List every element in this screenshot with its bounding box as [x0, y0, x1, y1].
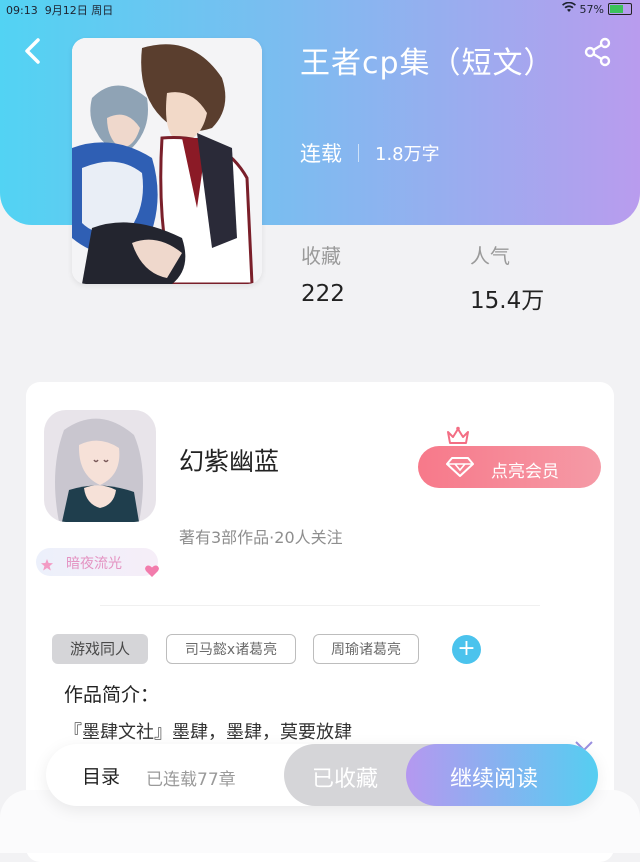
favorites-stat: 收藏 222 — [301, 240, 345, 307]
favorites-label: 收藏 — [301, 244, 341, 268]
status-bar: 09:13 9月12日 周日 57% — [0, 0, 640, 18]
popularity-value: 15.4万 — [470, 288, 545, 314]
tag-pairing-2[interactable]: 周瑜诸葛亮 — [313, 634, 419, 664]
book-title: 王者cp集（短文） — [300, 46, 555, 81]
member-button-label: 点亮会员 — [491, 462, 559, 482]
star-icon — [41, 559, 53, 571]
cover-artwork — [72, 38, 262, 284]
intro-text: 『墨肆文社』墨肆，墨肆，莫要放肆 — [64, 722, 352, 743]
tag-pairing-1[interactable]: 司马懿x诸葛亮 — [166, 634, 296, 664]
continue-reading-button[interactable]: 继续阅读 — [406, 744, 598, 806]
share-button[interactable] — [582, 36, 614, 68]
status-right: 57% — [561, 1, 632, 16]
book-cover[interactable] — [72, 38, 262, 284]
catalog-button[interactable]: 目录 — [82, 762, 120, 789]
intro-label: 作品简介： — [64, 684, 160, 706]
collected-button-label: 已收藏 — [312, 767, 379, 792]
heart-icon — [145, 565, 159, 577]
share-icon — [584, 37, 611, 67]
favorites-value: 222 — [301, 281, 345, 307]
battery-fill — [610, 5, 623, 13]
add-tag-button[interactable]: + — [452, 635, 481, 664]
status-time: 09:13 — [6, 4, 38, 17]
book-status-row: 连载 1.8万字 — [300, 138, 440, 168]
word-count: 1.8万字 — [375, 144, 440, 165]
card-divider — [100, 605, 540, 606]
author-stats: 著有3部作品·20人关注 — [179, 528, 343, 547]
badge-label: 暗夜流光 — [66, 556, 122, 572]
status-date: 9月12日 周日 — [44, 4, 114, 17]
plus-icon: + — [457, 636, 476, 661]
chevron-left-icon — [25, 38, 40, 64]
wifi-icon — [561, 1, 576, 16]
diamond-icon — [446, 457, 474, 477]
status-time-date: 09:13 9月12日 周日 — [6, 2, 113, 18]
battery-icon — [608, 3, 632, 15]
continue-reading-label: 继续阅读 — [450, 767, 539, 792]
author-title-badge: 暗夜流光 — [36, 544, 162, 580]
battery-percent: 57% — [579, 2, 604, 16]
member-button[interactable]: 点亮会员 — [418, 446, 601, 488]
avatar-image — [44, 410, 156, 522]
author-name[interactable]: 幻紫幽蓝 — [179, 442, 279, 478]
author-avatar[interactable] — [44, 410, 156, 522]
serial-status: 连载 — [300, 142, 342, 166]
crown-icon — [446, 426, 470, 446]
back-button[interactable] — [22, 36, 50, 68]
chapter-count: 已连载77章 — [146, 770, 236, 790]
popularity-stat: 人气 15.4万 — [470, 240, 544, 315]
tag-category[interactable]: 游戏同人 — [52, 634, 148, 664]
status-divider — [358, 144, 359, 162]
popularity-label: 人气 — [470, 244, 510, 268]
